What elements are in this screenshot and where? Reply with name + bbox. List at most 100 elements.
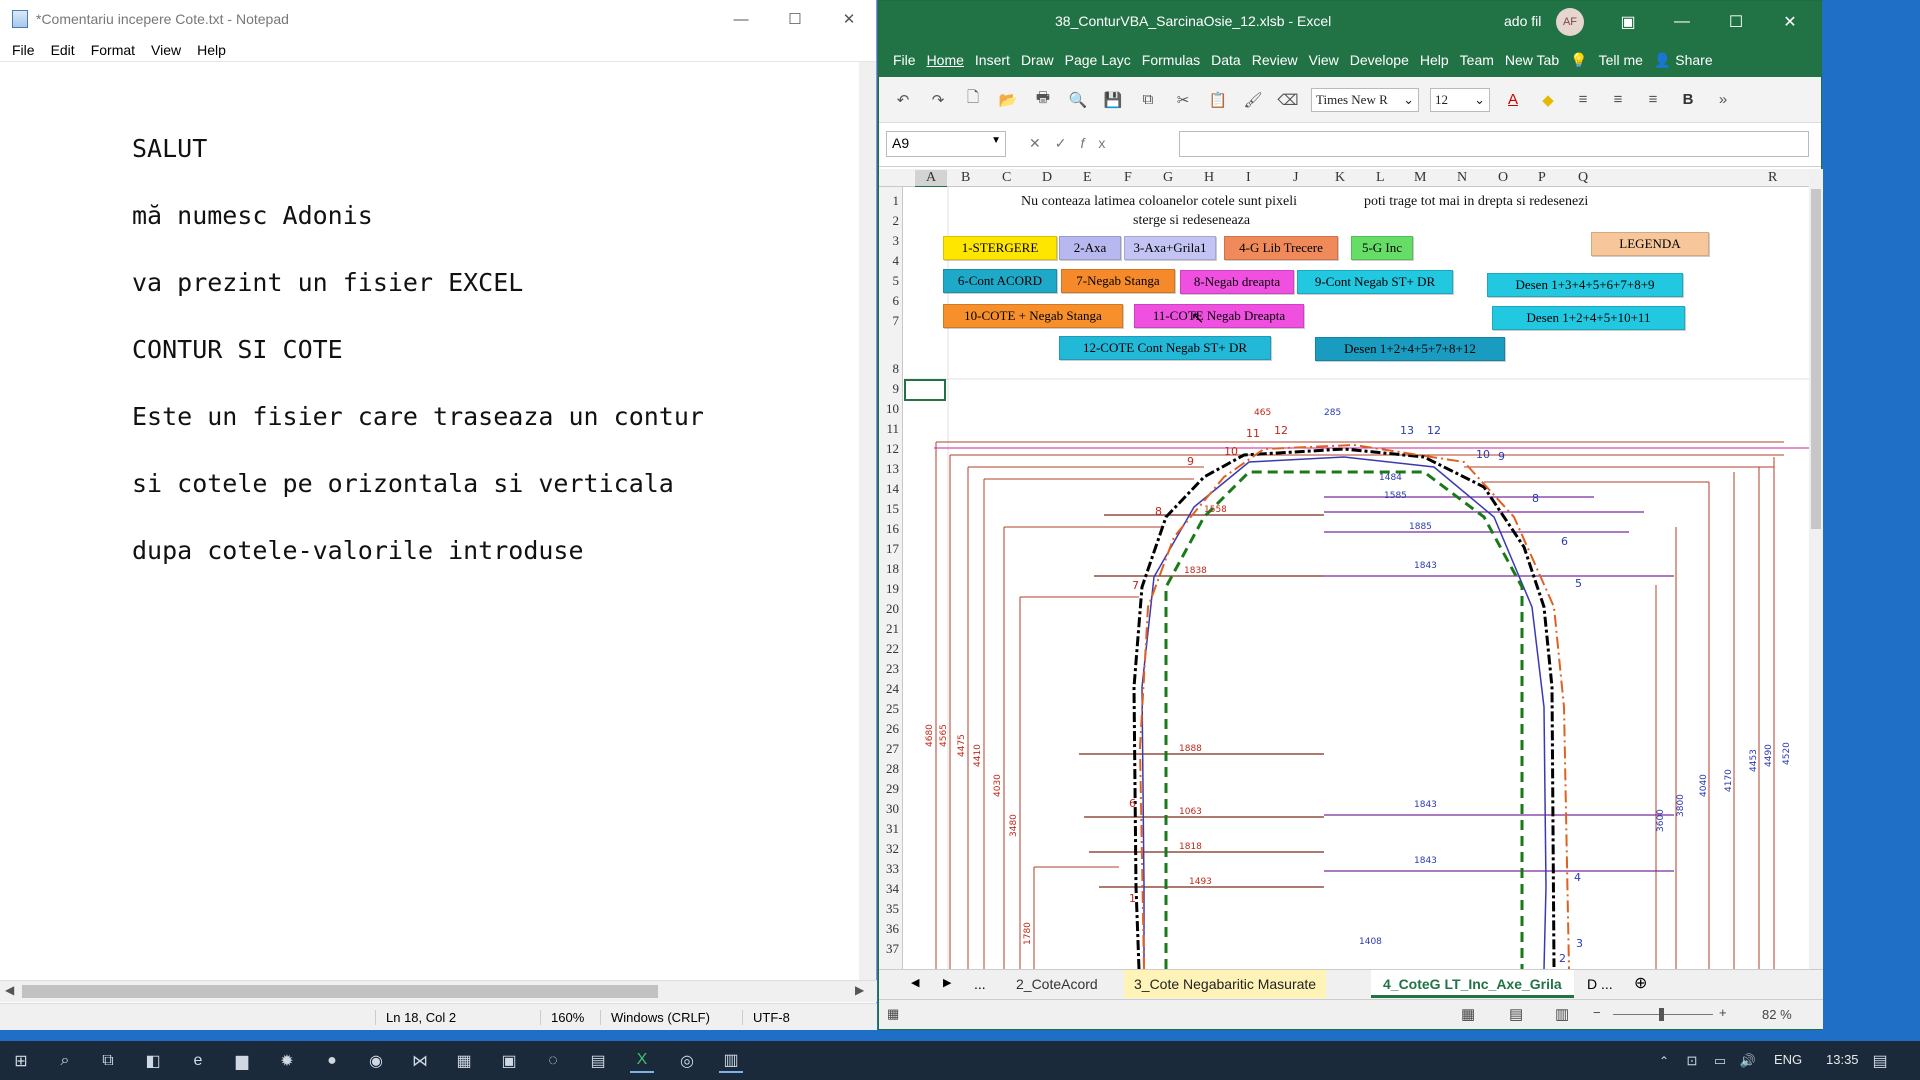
row-header[interactable]: 34 <box>886 881 899 897</box>
column-header[interactable]: H <box>1204 170 1214 186</box>
row-header[interactable]: 16 <box>886 521 899 537</box>
page-break-icon[interactable]: ▥ <box>1555 1005 1569 1023</box>
row-header[interactable]: 28 <box>886 761 899 777</box>
tab-view[interactable]: View <box>1309 52 1339 68</box>
row-header[interactable]: 11 <box>886 421 899 437</box>
row-header[interactable]: 13 <box>886 461 899 477</box>
desen-3-button[interactable]: Desen 1+2+4+5+7+8+12 <box>1315 337 1505 361</box>
whatsapp-icon[interactable]: ◌ <box>541 1049 565 1073</box>
tab-file[interactable]: File <box>893 52 916 68</box>
row-header[interactable]: 15 <box>886 501 899 517</box>
clear-format-icon[interactable]: ⌫ <box>1276 91 1300 109</box>
column-header[interactable]: Q <box>1578 170 1588 186</box>
column-header[interactable]: D <box>1042 170 1052 186</box>
more-icon[interactable]: » <box>1711 91 1735 108</box>
vertical-scrollbar[interactable] <box>859 62 876 980</box>
tab-developer[interactable]: Develope <box>1350 52 1409 68</box>
notepad-icon[interactable]: ▥ <box>719 1049 743 1073</box>
column-header[interactable]: G <box>1163 170 1173 186</box>
column-header[interactable]: J <box>1293 170 1298 186</box>
row-header[interactable]: 37 <box>886 941 899 957</box>
share-button[interactable]: 👤 Share <box>1654 52 1724 69</box>
bold-icon[interactable]: B <box>1676 91 1700 108</box>
redo-icon[interactable]: ↷ <box>926 91 950 109</box>
vertical-scrollbar[interactable] <box>1809 169 1823 969</box>
volume-icon[interactable]: 🔊 <box>1736 1049 1760 1073</box>
row-header[interactable]: 36 <box>886 921 899 937</box>
column-header[interactable]: O <box>1498 170 1508 186</box>
column-header[interactable]: P <box>1538 170 1546 186</box>
zoom-out-icon[interactable]: − <box>1593 1005 1601 1020</box>
chevron-up-icon[interactable]: ⌃ <box>1652 1049 1676 1073</box>
save-icon[interactable]: 💾 <box>1101 91 1125 109</box>
cote-negab-stanga-button[interactable]: 10-COTE + Negab Stanga <box>943 304 1123 328</box>
row-header[interactable]: 33 <box>886 861 899 877</box>
print-icon[interactable]: 🖶 <box>1031 87 1055 112</box>
desen-1-button[interactable]: Desen 1+3+4+5+6+7+8+9 <box>1487 273 1683 297</box>
horizontal-scrollbar[interactable]: ◀ ▶ <box>0 980 877 1002</box>
new-file-icon[interactable]: 🗋 <box>961 87 985 112</box>
calculator-icon[interactable]: ▦ <box>452 1049 476 1073</box>
row-header[interactable]: 32 <box>886 841 899 857</box>
align-left-icon[interactable]: ≡ <box>1571 91 1595 108</box>
legenda-button[interactable]: LEGENDA <box>1591 232 1709 256</box>
undo-icon[interactable]: ↶ <box>891 91 915 109</box>
tab-insert[interactable]: Insert <box>975 52 1010 68</box>
print-preview-icon[interactable]: 🔍 <box>1066 91 1090 109</box>
formula-input[interactable] <box>1179 131 1809 157</box>
fill-color-icon[interactable]: ◆ <box>1536 91 1560 109</box>
row-header[interactable]: 21 <box>886 621 899 637</box>
minimize-button[interactable]: — <box>714 0 768 38</box>
recorder-icon[interactable]: ◎ <box>675 1049 699 1073</box>
tell-me[interactable]: Tell me <box>1599 52 1643 68</box>
column-header[interactable]: L <box>1376 170 1385 186</box>
menu-format[interactable]: Format <box>83 42 143 58</box>
row-header[interactable]: 14 <box>886 481 899 497</box>
tab-home[interactable]: Home <box>927 52 964 68</box>
menu-file[interactable]: File <box>4 42 43 58</box>
maximize-button[interactable]: ☐ <box>1709 1 1763 43</box>
worksheet-grid[interactable]: 4680 4565 4475 4410 4030 3480 1780 1558 … <box>904 187 1809 969</box>
align-right-icon[interactable]: ≡ <box>1641 91 1665 108</box>
cote-negab-dreapta-button[interactable]: 11-COTE Negab Dreapta <box>1134 304 1304 328</box>
cut-icon[interactable]: ✂ <box>1171 91 1195 109</box>
settings-icon[interactable]: ✹ <box>275 1049 299 1073</box>
chrome-icon[interactable]: ◉ <box>364 1049 388 1073</box>
font-size-select[interactable]: 12 ⌄ <box>1430 87 1490 112</box>
row-header[interactable]: 27 <box>886 741 899 757</box>
row-header[interactable]: 18 <box>886 561 899 577</box>
close-button[interactable]: ✕ <box>822 0 876 38</box>
scroll-thumb[interactable] <box>22 985 658 998</box>
row-header[interactable]: 25 <box>886 701 899 717</box>
row-header[interactable]: 7 <box>893 313 900 329</box>
scroll-right-icon[interactable]: ▶ <box>855 983 864 997</box>
close-button[interactable]: ✕ <box>1763 1 1817 43</box>
column-header[interactable]: M <box>1414 170 1426 186</box>
format-painter-icon[interactable]: 🖌 <box>1241 91 1265 109</box>
paste-icon[interactable]: 📋 <box>1206 91 1230 109</box>
column-header[interactable]: F <box>1124 170 1132 186</box>
formula-icons[interactable]: ✕✓fx <box>1029 135 1119 152</box>
lightbulb-icon[interactable]: 💡 <box>1570 52 1587 69</box>
negab-dreapta-button[interactable]: 8-Negab dreapta <box>1180 270 1294 294</box>
row-header[interactable]: 5 <box>893 273 900 289</box>
column-header[interactable]: K <box>1335 170 1345 186</box>
photos-icon[interactable]: ▣ <box>497 1049 521 1073</box>
row-header[interactable]: 22 <box>886 641 899 657</box>
task-view-icon[interactable]: ⧉ <box>96 1049 120 1073</box>
name-box[interactable]: A9 ▼ <box>886 131 1006 157</box>
row-header[interactable]: 26 <box>886 721 899 737</box>
next-sheet-icon[interactable]: ▶ <box>943 976 951 989</box>
tab-new-tab[interactable]: New Tab <box>1505 52 1559 68</box>
row-header[interactable]: 9 <box>893 381 900 397</box>
avatar[interactable]: AF <box>1556 8 1584 36</box>
excel-icon[interactable]: X <box>630 1049 654 1073</box>
negab-stanga-button[interactable]: 7-Negab Stanga <box>1061 269 1175 293</box>
network-icon[interactable]: ⊡ <box>1680 1049 1704 1073</box>
row-header[interactable]: 8 <box>893 361 900 377</box>
menu-view[interactable]: View <box>143 42 189 58</box>
battery-icon[interactable]: ▭ <box>1708 1049 1732 1073</box>
g-lib-trecere-button[interactable]: 4-G Lib Trecere <box>1224 236 1338 260</box>
column-header[interactable]: C <box>1002 170 1011 186</box>
column-header[interactable]: N <box>1457 170 1467 186</box>
